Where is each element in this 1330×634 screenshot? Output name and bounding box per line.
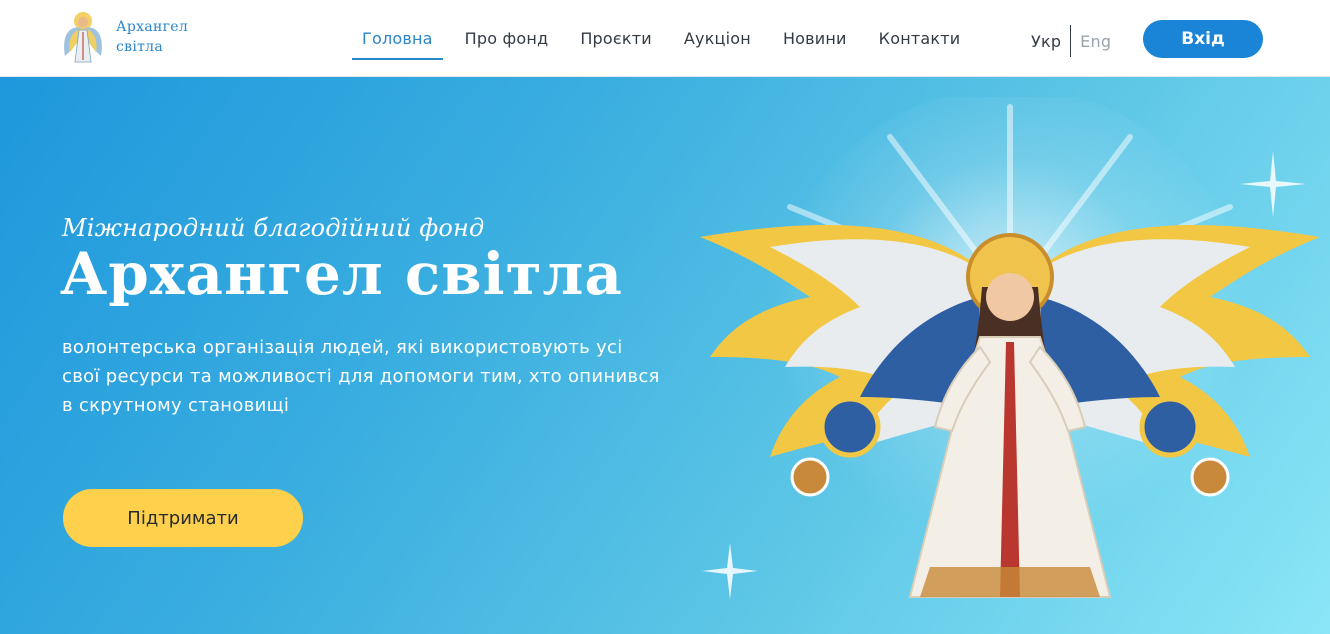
hero-subtitle: Міжнародний благодійний фонд xyxy=(62,214,485,242)
nav-item-news[interactable]: Новини xyxy=(771,24,859,58)
logo-line-1: Архангел xyxy=(116,19,189,35)
login-button[interactable]: Вхід xyxy=(1143,20,1263,58)
language-switcher: Укр Eng xyxy=(1031,24,1111,58)
lang-english[interactable]: Eng xyxy=(1080,32,1111,51)
logo-text: Архангел світла xyxy=(116,17,188,57)
logo-angel-icon xyxy=(64,12,102,63)
nav-item-auction[interactable]: Аукціон xyxy=(672,24,763,58)
nav-item-home[interactable]: Головна xyxy=(350,24,445,60)
support-button[interactable]: Підтримати xyxy=(63,489,303,547)
lang-divider xyxy=(1070,25,1072,57)
nav-item-projects[interactable]: Проєкти xyxy=(568,24,664,58)
hero-section: Міжнародний благодійний фонд Архангел св… xyxy=(0,77,1330,634)
site-logo[interactable]: Архангел світла xyxy=(62,10,188,64)
hero-title: Архангел світла xyxy=(60,240,623,308)
nav-item-about[interactable]: Про фонд xyxy=(453,24,561,58)
angel-illustration xyxy=(700,97,1320,598)
main-nav: Головна Про фонд Проєкти Аукціон Новини … xyxy=(350,24,980,60)
logo-line-2: світла xyxy=(116,39,163,55)
nav-item-contacts[interactable]: Контакти xyxy=(867,24,973,58)
site-header: Архангел світла Головна Про фонд Проєкти… xyxy=(0,0,1330,77)
lang-ukrainian[interactable]: Укр xyxy=(1031,32,1061,51)
hero-description: волонтерська організація людей, які вико… xyxy=(62,337,660,416)
